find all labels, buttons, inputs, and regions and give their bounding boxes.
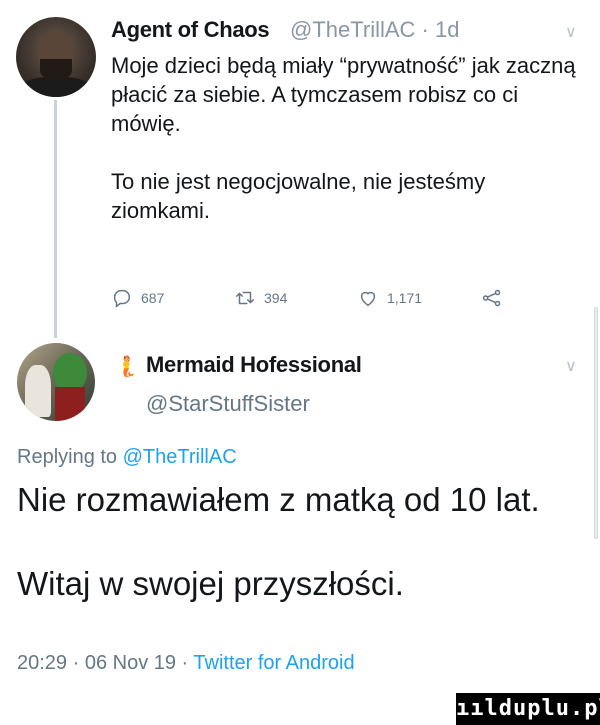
reply-count: 687: [141, 290, 165, 306]
retweet-icon: [236, 291, 254, 305]
avatar-mermaid-hofessional[interactable]: [17, 343, 95, 421]
replying-to: Replying to @TheTrillAC: [17, 446, 237, 469]
like-count: 1,171: [387, 290, 423, 306]
reply-meta: 20:29 · 06 Nov 19 · Twitter for Android: [17, 652, 355, 675]
retweet-count: 394: [264, 290, 288, 306]
like-button[interactable]: 1,171: [357, 287, 422, 309]
share-icon: [482, 289, 501, 307]
reply-icon: [113, 289, 131, 308]
chevron-down-icon[interactable]: ∨: [565, 356, 577, 376]
tweet-author-name[interactable]: Agent of Chaos: [111, 17, 270, 43]
like-icon: [360, 291, 376, 307]
reply-handle[interactable]: @StarStuffSister: [146, 391, 310, 417]
tweet-handle-time[interactable]: @TheTrillAC · 1d: [290, 17, 459, 43]
tweet-actions: 687 394 1,171: [111, 287, 511, 311]
reply-source-link[interactable]: Twitter for Android: [193, 652, 354, 674]
reply-timestamp: 20:29 · 06 Nov 19 ·: [17, 652, 189, 674]
share-button[interactable]: [481, 287, 503, 309]
reply-text: Nie rozmawiałem z matką od 10 lat. Witaj…: [17, 481, 540, 602]
thread-line: [54, 100, 57, 338]
avatar-agent-of-chaos[interactable]: [16, 17, 96, 97]
mermaid-emoji: 🧜: [114, 356, 139, 378]
retweet-button[interactable]: 394: [234, 287, 287, 309]
replying-to-prefix: Replying to: [17, 446, 118, 468]
reply-author-name[interactable]: Mermaid Hofessional: [146, 352, 362, 378]
reply-button[interactable]: 687: [111, 287, 164, 309]
watermark-logo: ıılduplu.pl: [456, 693, 600, 725]
replying-to-link[interactable]: @TheTrillAC: [123, 446, 237, 468]
tweet-text: Moje dzieci będą miały “prywatność” jak …: [111, 53, 576, 223]
chevron-down-icon[interactable]: ∨: [565, 22, 577, 42]
scrollbar[interactable]: [594, 307, 598, 539]
